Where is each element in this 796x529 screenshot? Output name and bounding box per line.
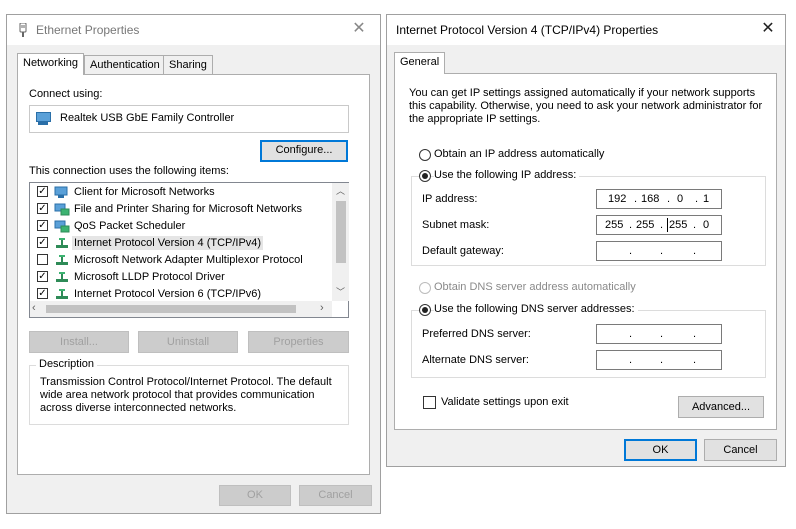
scroll-right-icon[interactable]: › [320,302,324,314]
networking-panel: Connect using: Realtek USB GbE Family Co… [17,74,370,475]
item-label: QoS Packet Scheduler [74,220,186,232]
ipv4-titlebar[interactable]: Internet Protocol Version 4 (TCP/IPv4) P… [387,15,785,45]
item-label: Internet Protocol Version 4 (TCP/IPv4) [72,236,264,250]
ip-address-field[interactable]: 192 . 168 . 0 . 1 [596,189,722,209]
tab-networking[interactable]: Networking [17,53,85,75]
install-button[interactable]: Install... [29,331,129,353]
components-list: ✓ Client for Microsoft Networks ✓ File and … [29,182,349,318]
adapter-box: Realtek USB GbE Family Controller [29,105,349,133]
item-checkbox[interactable]: ✓ [37,220,48,231]
vertical-scrollbar[interactable]: ︿ ﹀ [332,183,349,301]
window-title: Internet Protocol Version 4 (TCP/IPv4) P… [396,23,659,37]
network-adapter-card-icon [36,112,51,125]
cancel-button[interactable]: Cancel [299,485,372,506]
items-label: This connection uses the following items… [29,165,229,177]
scroll-down-icon[interactable]: ﹀ [332,284,349,301]
protocol-icon [56,272,68,282]
network-service-icon [54,220,70,233]
default-gateway-field[interactable]: ... [596,241,722,261]
advanced-button[interactable]: Advanced... [678,396,764,418]
validate-label[interactable]: Validate settings upon exit [441,396,569,408]
preferred-dns-label: Preferred DNS server: [422,328,531,340]
description-title: Description [36,358,98,370]
ok-button[interactable]: OK [624,439,697,461]
protocol-icon [56,255,68,265]
item-checkbox[interactable]: ✓ [37,271,48,282]
configure-button[interactable]: Configure... [260,140,348,162]
scroll-left-icon[interactable]: ‹ [32,302,36,314]
ipv4-properties-window: Internet Protocol Version 4 (TCP/IPv4) P… [386,14,786,467]
obtain-dns-auto-radio[interactable] [419,282,431,294]
general-panel: You can get IP settings assigned automat… [394,73,777,430]
obtain-dns-auto-label[interactable]: Obtain DNS server address automatically [434,281,636,293]
horizontal-scrollbar[interactable]: ‹ › [30,301,332,317]
use-following-ip-radio[interactable] [419,170,431,182]
list-item[interactable]: ✓ Internet Protocol Version 6 (TCP/IPv6) [30,286,330,301]
list-item[interactable]: Microsoft Network Adapter Multiplexor Pr… [30,252,330,269]
item-label: Microsoft LLDP Protocol Driver [74,271,225,283]
subnet-mask-label: Subnet mask: [422,219,490,231]
ok-button[interactable]: OK [219,485,291,506]
use-following-dns-radio[interactable] [419,304,431,316]
tab-general[interactable]: General [394,52,446,74]
scroll-thumb[interactable] [336,201,346,263]
use-following-ip-label[interactable]: Use the following IP address: [434,169,580,181]
network-client-icon [54,186,68,198]
use-following-dns-label[interactable]: Use the following DNS server addresses: [434,303,638,315]
obtain-ip-auto-label[interactable]: Obtain an IP address automatically [434,148,604,160]
item-label: File and Printer Sharing for Microsoft N… [74,203,303,215]
network-service-icon [54,203,70,216]
item-checkbox[interactable] [37,254,48,265]
protocol-icon [56,289,68,299]
connect-using-label: Connect using: [29,88,103,100]
ethernet-properties-window: Ethernet Properties ✕ Networking Authent… [6,14,381,514]
preferred-dns-field[interactable]: ... [596,324,722,344]
ethernet-titlebar[interactable]: Ethernet Properties ✕ [7,15,380,45]
item-label: Client for Microsoft Networks [74,186,215,198]
item-checkbox[interactable]: ✓ [37,186,48,197]
alternate-dns-label: Alternate DNS server: [422,354,529,366]
list-item[interactable]: ✓ Microsoft LLDP Protocol Driver [30,269,330,286]
hscroll-thumb[interactable] [46,305,296,313]
scroll-up-icon[interactable]: ︿ [332,183,349,200]
item-label: Microsoft Network Adapter Multiplexor Pr… [74,254,303,266]
tab-sharing[interactable]: Sharing [163,55,213,75]
cancel-button[interactable]: Cancel [704,439,777,461]
list-item[interactable]: ✓ File and Printer Sharing for Microsoft … [30,201,330,218]
ip-address-label: IP address: [422,193,478,205]
item-checkbox[interactable]: ✓ [37,203,48,214]
intro-text: You can get IP settings assigned automat… [409,87,763,125]
close-icon[interactable]: ✕ [344,17,374,41]
list-item[interactable]: ✓ QoS Packet Scheduler [30,218,330,235]
protocol-icon [56,238,68,248]
properties-button[interactable]: Properties [248,331,349,353]
text-cursor [667,218,668,232]
uninstall-button[interactable]: Uninstall [138,331,238,353]
description-text: Transmission Control Protocol/Internet P… [40,376,332,414]
obtain-ip-auto-radio[interactable] [419,149,431,161]
subnet-mask-field[interactable]: 255 . 255 . 255 . 0 [596,215,722,235]
list-item[interactable]: ✓ Client for Microsoft Networks [30,184,330,201]
list-item[interactable]: ✓ Internet Protocol Version 4 (TCP/IPv4) [30,235,330,252]
close-icon[interactable]: ✕ [753,17,783,41]
window-title: Ethernet Properties [36,23,140,37]
network-adapter-icon [19,23,27,37]
alternate-dns-field[interactable]: ... [596,350,722,370]
item-checkbox[interactable]: ✓ [37,237,48,248]
tab-authentication[interactable]: Authentication [84,55,166,75]
validate-checkbox[interactable] [423,396,436,409]
adapter-name: Realtek USB GbE Family Controller [60,112,235,124]
default-gateway-label: Default gateway: [422,245,504,257]
item-label: Internet Protocol Version 6 (TCP/IPv6) [74,288,262,300]
item-checkbox[interactable]: ✓ [37,288,48,299]
